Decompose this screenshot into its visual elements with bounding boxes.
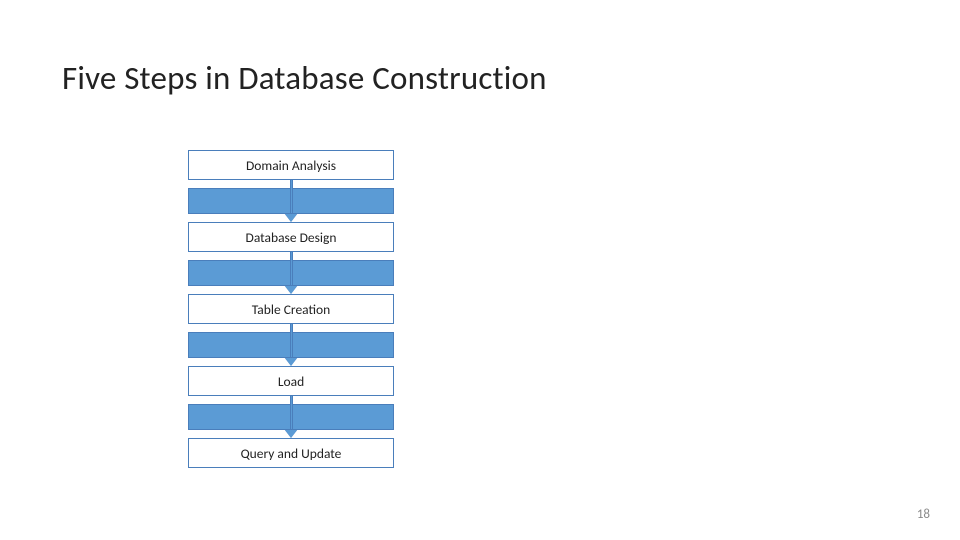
- step-label: Domain Analysis: [246, 157, 336, 174]
- step-box: Load: [188, 366, 394, 396]
- slide-title: Five Steps in Database Construction: [62, 58, 547, 98]
- step-box: Database Design: [188, 222, 394, 252]
- step-label: Load: [278, 373, 304, 390]
- connector: [188, 180, 394, 222]
- step-box: Query and Update: [188, 438, 394, 468]
- flow-diagram: Domain Analysis Database Design Table Cr…: [186, 150, 396, 468]
- arrow-down-icon: [286, 324, 296, 366]
- connector: [188, 252, 394, 294]
- step-box: Table Creation: [188, 294, 394, 324]
- step-label: Table Creation: [252, 301, 330, 318]
- arrow-down-icon: [286, 396, 296, 438]
- connector: [188, 324, 394, 366]
- connector: [188, 396, 394, 438]
- step-box: Domain Analysis: [188, 150, 394, 180]
- step-label: Query and Update: [241, 445, 342, 462]
- page-number: 18: [917, 507, 930, 522]
- step-label: Database Design: [246, 229, 337, 246]
- arrow-down-icon: [286, 252, 296, 294]
- arrow-down-icon: [286, 180, 296, 222]
